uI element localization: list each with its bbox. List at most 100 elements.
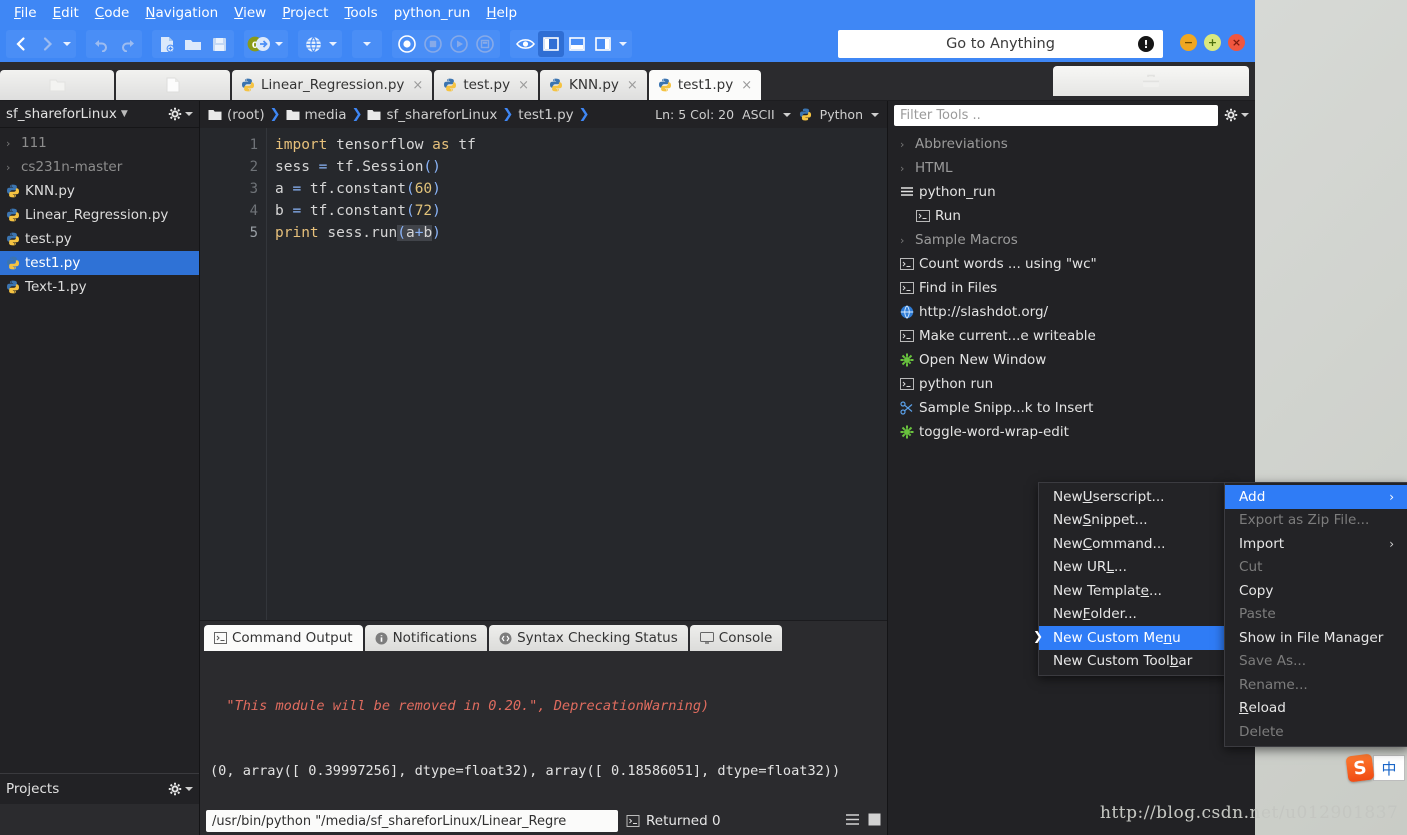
menu-item-navigation[interactable]: Navigation <box>137 3 226 23</box>
breadcrumb-root[interactable]: (root) <box>208 107 265 123</box>
menu-item-python-run[interactable]: python_run <box>386 3 479 23</box>
ctx-delete[interactable]: Delete <box>1225 720 1407 744</box>
breadcrumb-sf-shareforlinux[interactable]: sf_shareforLinux <box>367 107 497 123</box>
code-editor[interactable]: 1 2 3 4 5 import tensorflow as tf sess = … <box>200 128 887 620</box>
menu-item-view[interactable]: View <box>226 3 274 23</box>
debug-step-icon[interactable] <box>472 31 498 57</box>
tab-test-py[interactable]: test.py × <box>434 70 538 100</box>
toolbox-item-html[interactable]: › HTML <box>888 156 1255 180</box>
ctx-new-folder[interactable]: New Folder... <box>1039 603 1229 627</box>
dock-tab-command-output[interactable]: Command Output <box>204 625 363 651</box>
tree-item-linear-regression-py[interactable]: Linear_Regression.py <box>0 203 199 227</box>
menu-item-code[interactable]: Code <box>87 3 138 23</box>
minimize-button[interactable]: − <box>1180 34 1197 51</box>
globe-icon[interactable] <box>300 31 326 57</box>
exclamation-icon[interactable]: ! <box>1138 36 1154 52</box>
projects-gear-icon[interactable] <box>168 782 193 796</box>
tab-close-icon[interactable]: × <box>627 78 638 93</box>
encoding-label[interactable]: ASCII <box>742 107 775 122</box>
chevron-right-icon[interactable]: › <box>900 138 910 151</box>
ctx-new-snippet[interactable]: New Snippet... <box>1039 509 1229 533</box>
toolbox-item-python-run-command[interactable]: python run <box>888 372 1255 396</box>
menu-item-tools[interactable]: Tools <box>336 3 385 23</box>
ctx-save-as[interactable]: Save As... <box>1225 650 1407 674</box>
layout-dropdown-caret[interactable] <box>616 31 630 57</box>
menu-item-edit[interactable]: Edit <box>45 3 87 23</box>
close-button[interactable]: × <box>1228 34 1245 51</box>
ctx-export-zip[interactable]: Export as Zip File... <box>1225 509 1407 533</box>
chevron-right-icon[interactable]: › <box>6 161 16 174</box>
chevron-right-icon[interactable]: › <box>6 137 16 150</box>
stop-icon[interactable] <box>420 31 446 57</box>
sogou-ime-icon[interactable]: S <box>1345 753 1375 783</box>
tab-blank-document[interactable] <box>116 70 230 100</box>
tree-item-knn-py[interactable]: KNN.py <box>0 179 199 203</box>
toolbox-item-toggle-word-wrap[interactable]: toggle-word-wrap-edit <box>888 420 1255 444</box>
save-disk-icon[interactable] <box>206 31 232 57</box>
list-icon[interactable] <box>845 813 860 830</box>
chevron-right-icon[interactable]: › <box>900 162 910 175</box>
ctx-paste[interactable]: Paste <box>1225 603 1407 627</box>
browser-dropdown-caret[interactable] <box>326 31 340 57</box>
tree-item-folder-cs231n[interactable]: › cs231n-master <box>0 155 199 179</box>
breadcrumb-media[interactable]: media <box>286 107 347 123</box>
new-file-icon[interactable] <box>154 31 180 57</box>
back-arrow-icon[interactable] <box>8 31 34 57</box>
toolbox-item-find-in-files[interactable]: Find in Files <box>888 276 1255 300</box>
toolbox-item-sample-snippet[interactable]: Sample Snipp...k to Insert <box>888 396 1255 420</box>
ime-mode-indicator[interactable]: 中 <box>1373 755 1405 781</box>
ctx-new-userscript[interactable]: New Userscript... <box>1039 485 1229 509</box>
play-icon[interactable] <box>446 31 472 57</box>
go-to-anything-input[interactable]: Go to Anything ! <box>838 30 1163 58</box>
record-icon[interactable] <box>394 31 420 57</box>
layout-right-pane-icon[interactable] <box>590 31 616 57</box>
toolbox-item-open-new-window[interactable]: Open New Window <box>888 348 1255 372</box>
toolbox-gear-icon[interactable] <box>1224 108 1249 122</box>
tab-blank-folder[interactable] <box>0 70 114 100</box>
menu-item-file[interactable]: File <box>6 3 45 23</box>
tab-test1-py[interactable]: test1.py × <box>648 70 762 100</box>
tab-toolbox[interactable] <box>1053 66 1249 96</box>
breadcrumb-file[interactable]: test1.py <box>518 107 573 123</box>
maximize-button[interactable]: + <box>1204 34 1221 51</box>
ctx-copy[interactable]: Copy <box>1225 579 1407 603</box>
language-label[interactable]: Python <box>820 107 863 122</box>
ctx-add[interactable]: Add › <box>1225 485 1407 509</box>
chevron-down-icon[interactable]: ▼ <box>121 109 128 119</box>
dock-tab-syntax-checking[interactable]: Syntax Checking Status <box>489 625 688 651</box>
redo-icon[interactable] <box>114 31 140 57</box>
open-folder-icon[interactable] <box>180 31 206 57</box>
extra-dropdown-caret[interactable] <box>354 31 380 57</box>
ctx-rename[interactable]: Rename... <box>1225 673 1407 697</box>
tree-item-text-1-py[interactable]: Text-1.py <box>0 275 199 299</box>
language-caret[interactable] <box>871 112 879 117</box>
places-gear-icon[interactable] <box>168 107 193 121</box>
toolbox-item-slashdot-url[interactable]: http://slashdot.org/ <box>888 300 1255 324</box>
ctx-new-url[interactable]: New UR L... <box>1039 556 1229 580</box>
tab-close-icon[interactable]: × <box>741 78 752 93</box>
undo-icon[interactable] <box>88 31 114 57</box>
history-dropdown-caret[interactable] <box>60 31 74 57</box>
code-text[interactable]: import tensorflow as tf sess = tf.Session… <box>266 128 887 620</box>
ctx-reload[interactable]: Reload <box>1225 697 1407 721</box>
dock-tab-notifications[interactable]: Notifications <box>364 625 488 651</box>
menu-item-help[interactable]: Help <box>478 3 525 23</box>
toolbox-item-python-run-menu[interactable]: python_run <box>888 180 1255 204</box>
tree-item-folder-111[interactable]: › 111 <box>0 131 199 155</box>
tree-item-test-py[interactable]: test.py <box>0 227 199 251</box>
tab-close-icon[interactable]: × <box>518 78 529 93</box>
tab-knn-py[interactable]: KNN.py × <box>540 70 647 100</box>
scc-status-icon[interactable]: 0 <box>246 31 272 57</box>
eye-icon[interactable] <box>512 31 538 57</box>
ctx-new-custom-menu[interactable]: New Custom Me n u <box>1039 626 1229 650</box>
tab-linear-regression[interactable]: Linear_Regression.py × <box>232 70 433 100</box>
toolbox-item-sample-macros[interactable]: › Sample Macros <box>888 228 1255 252</box>
dock-tab-console[interactable]: Console <box>689 625 783 651</box>
forward-arrow-icon[interactable] <box>34 31 60 57</box>
tree-item-test1-py[interactable]: test1.py <box>0 251 199 275</box>
ctx-show-in-file-manager[interactable]: Show in File Manager <box>1225 626 1407 650</box>
projects-header[interactable]: Projects <box>0 773 199 804</box>
tab-close-icon[interactable]: × <box>412 78 423 93</box>
scc-dropdown-caret[interactable] <box>272 31 286 57</box>
layout-bottom-pane-icon[interactable] <box>564 31 590 57</box>
